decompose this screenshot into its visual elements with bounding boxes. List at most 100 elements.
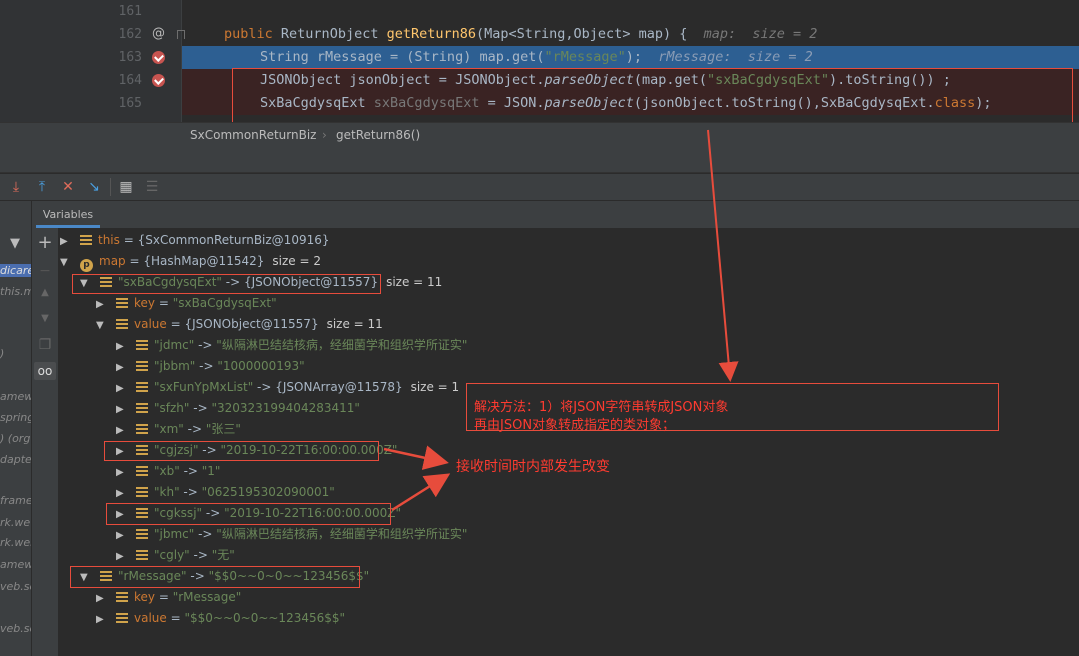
- inline-hint: map: size = 2: [703, 26, 818, 42]
- code-editor[interactable]: 161 162 @ public ReturnObject getReturn8…: [0, 0, 1079, 122]
- variable-name: key: [134, 590, 156, 604]
- variable-row[interactable]: ▼ value = {JSONObject@11557} size = 11: [96, 314, 383, 335]
- add-watch-icon[interactable]: +: [36, 234, 54, 252]
- stack-frame-item[interactable]: amew: [0, 390, 31, 403]
- variable-value: "0625195302090001": [201, 485, 335, 499]
- variable-value: "无": [211, 548, 235, 562]
- breadcrumb-method[interactable]: getReturn86(): [336, 128, 420, 142]
- watch-glasses-icon[interactable]: oo: [34, 362, 56, 380]
- variable-row[interactable]: ▶ "jbbm" -> "1000000193": [116, 356, 305, 377]
- expand-arrow-icon[interactable]: ▶: [96, 588, 108, 609]
- expand-arrow-icon[interactable]: ▶: [116, 462, 128, 483]
- expand-arrow-icon[interactable]: ▶: [116, 357, 128, 378]
- variable-row[interactable]: ▶ "xm" -> "张三": [116, 419, 241, 440]
- breadcrumb: SxCommonReturnBiz › getReturn86(): [0, 122, 1079, 146]
- stack-frame-item[interactable]: ): [0, 347, 4, 360]
- stack-frame-item[interactable]: frame: [0, 494, 31, 507]
- drop-frame-icon[interactable]: ✕: [60, 179, 76, 195]
- fold-icon[interactable]: [177, 30, 185, 39]
- line-number: 165: [118, 96, 142, 111]
- variable-separator: ->: [179, 464, 202, 478]
- field-icon: [136, 424, 148, 434]
- move-down-icon[interactable]: ▼: [36, 310, 54, 328]
- expand-arrow-icon[interactable]: ▶: [116, 525, 128, 546]
- breakpoint-icon[interactable]: [152, 51, 165, 64]
- variable-size: size = 1: [410, 380, 460, 394]
- variable-value: {JSONArray@11578}: [275, 380, 403, 394]
- variable-row[interactable]: ▶ "xb" -> "1": [116, 461, 220, 482]
- variable-separator: =: [119, 233, 138, 247]
- variable-name: this: [98, 233, 120, 247]
- variable-row[interactable]: ▶ "kh" -> "0625195302090001": [116, 482, 335, 503]
- variable-separator: ->: [189, 401, 212, 415]
- variable-row[interactable]: ▶ this = {SxCommonReturnBiz@10916}: [60, 230, 330, 251]
- step-into-icon[interactable]: ⤓: [8, 179, 24, 195]
- code-text: String rMessage = (String) map.get("rMes…: [260, 49, 813, 65]
- evaluate-icon[interactable]: ▦: [118, 179, 134, 195]
- field-icon: [136, 529, 148, 539]
- field-icon: [116, 298, 128, 308]
- stack-frame-item[interactable]: spring: [0, 411, 31, 424]
- expand-arrow-icon[interactable]: ▶: [60, 231, 72, 252]
- line-number: 163: [118, 50, 142, 65]
- remove-watch-icon[interactable]: −: [36, 262, 54, 280]
- expand-arrow-icon[interactable]: ▶: [116, 399, 128, 420]
- variable-name: "cgly": [154, 548, 190, 562]
- variable-row[interactable]: ▶ "sfzh" -> "320323199404283411": [116, 398, 360, 419]
- move-up-icon[interactable]: ▲: [36, 284, 54, 302]
- variable-value: {SxCommonReturnBiz@10916}: [137, 233, 330, 247]
- step-out-icon[interactable]: ⤒: [34, 179, 50, 195]
- expand-arrow-icon[interactable]: ▶: [116, 378, 128, 399]
- breadcrumb-class[interactable]: SxCommonReturnBiz: [190, 128, 316, 142]
- collapse-arrow-icon[interactable]: ▼: [60, 252, 72, 273]
- variable-name: value: [134, 317, 167, 331]
- field-icon: [80, 235, 92, 245]
- variable-name: "jbbm": [154, 359, 196, 373]
- breakpoint-icon[interactable]: [152, 74, 165, 87]
- variable-value: "纵隔淋巴结结核病，经细菌学和组织学所证实": [216, 527, 468, 541]
- stack-frame-item[interactable]: amew: [0, 558, 31, 571]
- expand-arrow-icon[interactable]: ▶: [96, 294, 108, 315]
- variable-row[interactable]: ▶ key = "sxBaCgdysqExt": [96, 293, 277, 314]
- expand-arrow-icon[interactable]: ▶: [116, 336, 128, 357]
- variable-row[interactable]: ▶ "cgly" -> "无": [116, 545, 235, 566]
- variable-value: "320323199404283411": [211, 401, 360, 415]
- run-to-cursor-icon[interactable]: ↘: [86, 179, 102, 195]
- trace-icon[interactable]: ☰: [144, 179, 160, 195]
- field-icon: [136, 466, 148, 476]
- variable-size: size = 2: [272, 254, 321, 268]
- variable-separator: ->: [194, 527, 217, 541]
- variable-row[interactable]: ▼ p map = {HashMap@11542} size = 2: [60, 251, 321, 272]
- variable-row[interactable]: ▶ "jdmc" -> "纵隔淋巴结结核病，经细菌学和组织学所证实": [116, 335, 467, 356]
- stack-frame-item[interactable]: this.m: [0, 285, 31, 298]
- variable-separator: ->: [189, 548, 212, 562]
- stack-frame-item[interactable]: veb.se: [0, 580, 31, 593]
- copy-icon[interactable]: ❐: [36, 336, 54, 354]
- tab-variables[interactable]: Variables: [36, 201, 100, 228]
- collapse-arrow-icon[interactable]: ▼: [96, 315, 108, 336]
- expand-arrow-icon[interactable]: ▶: [116, 483, 128, 504]
- at-icon[interactable]: @: [152, 27, 165, 40]
- annotation-box-cgkssj: [106, 503, 391, 525]
- expand-arrow-icon[interactable]: ▶: [116, 420, 128, 441]
- variable-separator: ->: [253, 380, 276, 394]
- expand-arrow-icon[interactable]: ▶: [116, 546, 128, 567]
- expand-arrow-icon[interactable]: ▶: [96, 609, 108, 630]
- variable-name: "jdmc": [154, 338, 195, 352]
- stack-frame-item[interactable]: dapte: [0, 453, 31, 466]
- annotation-solution-line1: 解决方法：1）将JSON字符串转成JSON对象: [474, 400, 729, 415]
- stack-frame-item[interactable]: dicare: [0, 264, 31, 277]
- stack-frame-item[interactable]: veb.se: [0, 622, 31, 635]
- frames-panel[interactable]: dicare this.m) amew spring ) (org dapte frame r…: [0, 201, 32, 656]
- stack-frame-item[interactable]: ) (org: [0, 432, 30, 445]
- code-line-163: 163 String rMessage = (String) map.get("…: [0, 46, 1079, 69]
- variable-value: "张三": [205, 422, 241, 436]
- variable-row[interactable]: ▶ value = "$$0~~0~0~~123456$$": [96, 608, 345, 629]
- stack-frame-item[interactable]: rk.web: [0, 536, 31, 549]
- filter-icon[interactable]: ▼: [10, 236, 20, 251]
- variable-row[interactable]: ▶ "jbmc" -> "纵隔淋巴结结核病，经细菌学和组织学所证实": [116, 524, 467, 545]
- variable-row[interactable]: ▶ "sxFunYpMxList" -> {JSONArray@11578} siz…: [116, 377, 459, 398]
- variable-row[interactable]: ▶ key = "rMessage": [96, 587, 241, 608]
- variable-value: "1000000193": [217, 359, 305, 373]
- stack-frame-item[interactable]: rk.we: [0, 516, 30, 529]
